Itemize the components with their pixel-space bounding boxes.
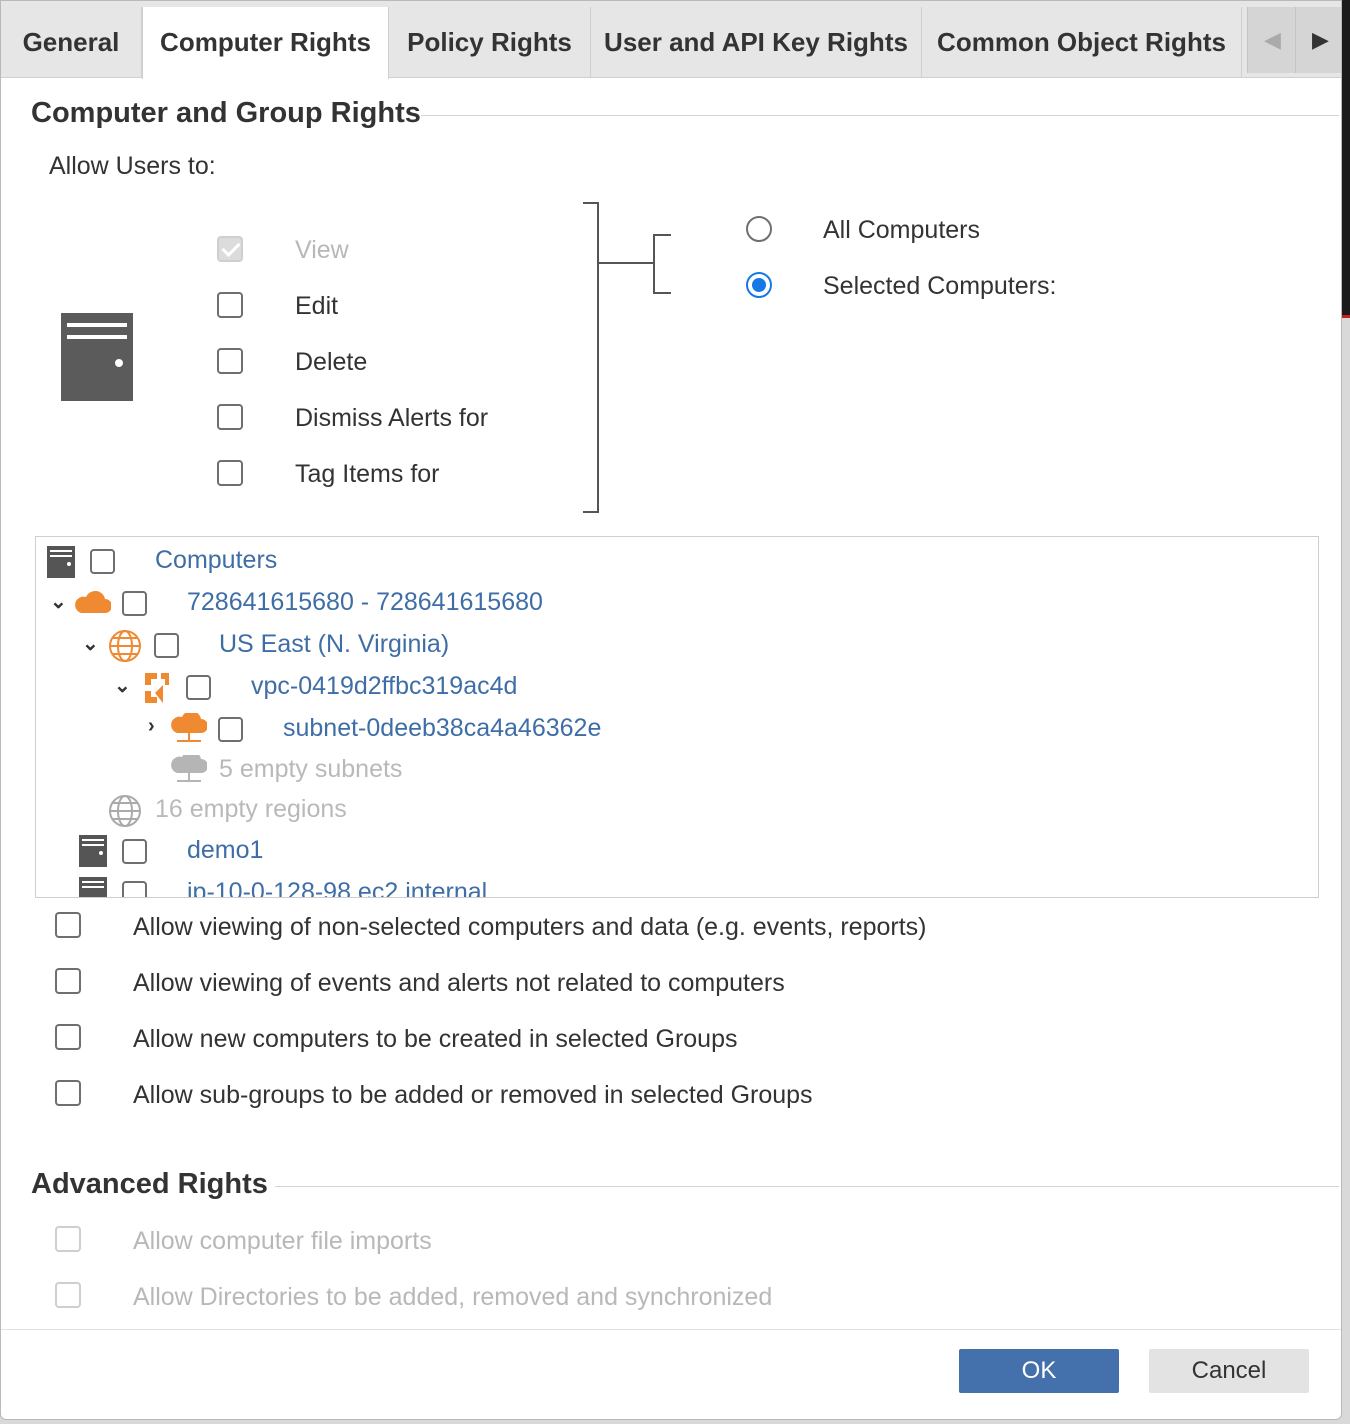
section-title-advanced-rights: Advanced Rights — [31, 1168, 268, 1200]
allow-file-imports-label: Allow computer file imports — [133, 1227, 432, 1255]
tab-common-object-rights[interactable]: Common Object Rights — [922, 7, 1242, 78]
allow-subgroups-checkbox[interactable] — [55, 1080, 81, 1106]
computers-group-icon — [47, 546, 75, 578]
subnet-cloud-icon — [171, 713, 207, 742]
all-computers-radio[interactable] — [746, 216, 772, 242]
delete-label: Delete — [295, 348, 368, 376]
view-checkbox[interactable] — [217, 236, 243, 262]
tab-user-api-key-rights[interactable]: User and API Key Rights — [591, 7, 922, 78]
allow-users-label: Allow Users to: — [49, 152, 216, 180]
tree-item-demo1[interactable]: demo1 — [187, 836, 263, 865]
allow-new-computers-checkbox[interactable] — [55, 1024, 81, 1050]
allow-file-imports-checkbox[interactable] — [55, 1226, 81, 1252]
tree-checkbox-region[interactable] — [154, 633, 179, 658]
chevron-down-icon[interactable]: ⌄ — [114, 673, 131, 698]
tag-items-checkbox[interactable] — [217, 460, 243, 486]
allow-view-non-selected-label: Allow viewing of non-selected computers … — [133, 913, 927, 941]
tree-checkbox-host[interactable] — [122, 881, 147, 897]
all-computers-label: All Computers — [823, 216, 980, 244]
tree-item-empty-regions: 16 empty regions — [155, 795, 347, 823]
aws-cloud-icon — [75, 590, 111, 613]
computer-tree[interactable]: Computers ⌄ 728641615680 - 728641615680 … — [35, 536, 1319, 898]
section-title-computer-group-rights: Computer and Group Rights — [31, 97, 421, 129]
tab-policy-rights[interactable]: Policy Rights — [389, 7, 591, 78]
tree-item-subnet[interactable]: subnet-0deeb38ca4a46362e — [283, 714, 601, 743]
tree-checkbox-subnet[interactable] — [218, 717, 243, 742]
allow-new-computers-label: Allow new computers to be created in sel… — [133, 1025, 738, 1053]
computer-icon — [79, 835, 107, 867]
tag-items-label: Tag Items for — [295, 460, 440, 488]
allow-directories-checkbox[interactable] — [55, 1282, 81, 1308]
tab-bar: General Computer Rights Policy Rights Us… — [1, 1, 1341, 79]
footer-divider — [1, 1329, 1341, 1330]
edit-checkbox[interactable] — [217, 292, 243, 318]
tree-item-host[interactable]: ip-10-0-128-98.ec2.internal — [187, 878, 487, 897]
tree-checkbox-vpc[interactable] — [186, 675, 211, 700]
tree-checkbox-account[interactable] — [122, 591, 147, 616]
tree-item-empty-subnets: 5 empty subnets — [219, 755, 403, 783]
tab-scroll-right-icon[interactable]: ▶ — [1295, 7, 1341, 73]
view-label: View — [295, 236, 349, 264]
tree-item-region[interactable]: US East (N. Virginia) — [219, 630, 449, 659]
bracket-connector — [583, 202, 671, 513]
allow-directories-label: Allow Directories to be added, removed a… — [133, 1283, 773, 1311]
tab-scroll-left-icon[interactable]: ◀ — [1247, 7, 1297, 73]
tree-checkbox-demo1[interactable] — [122, 839, 147, 864]
edit-label: Edit — [295, 292, 339, 320]
cancel-button[interactable]: Cancel — [1149, 1349, 1309, 1393]
tab-computer-rights[interactable]: Computer Rights — [142, 7, 389, 79]
dismiss-alerts-label: Dismiss Alerts for — [295, 404, 489, 432]
allow-view-non-selected-checkbox[interactable] — [55, 912, 81, 938]
region-globe-icon — [109, 630, 141, 662]
chevron-right-icon[interactable]: › — [148, 715, 155, 738]
delete-checkbox[interactable] — [217, 348, 243, 374]
chevron-down-icon[interactable]: ⌄ — [50, 589, 67, 614]
chevron-down-icon[interactable]: ⌄ — [82, 631, 99, 656]
allow-subgroups-label: Allow sub-groups to be added or removed … — [133, 1081, 813, 1109]
allow-view-events-checkbox[interactable] — [55, 968, 81, 994]
tree-checkbox-computers[interactable] — [90, 549, 115, 574]
ok-button[interactable]: OK — [959, 1349, 1119, 1393]
background-window — [1342, 0, 1350, 315]
selected-computers-label: Selected Computers: — [823, 272, 1057, 300]
tree-item-vpc[interactable]: vpc-0419d2ffbc319ac4d — [251, 672, 517, 701]
vpc-icon — [145, 673, 169, 703]
dismiss-alerts-checkbox[interactable] — [217, 404, 243, 430]
background-accent — [1342, 315, 1350, 318]
empty-subnet-cloud-icon — [171, 755, 207, 782]
allow-view-events-label: Allow viewing of events and alerts not r… — [133, 969, 785, 997]
tree-item-account[interactable]: 728641615680 - 728641615680 — [187, 588, 543, 617]
server-icon — [61, 313, 133, 401]
section-divider — [421, 115, 1339, 116]
selected-computers-radio[interactable] — [746, 272, 772, 298]
tab-general[interactable]: General — [1, 7, 142, 78]
tree-item-computers[interactable]: Computers — [155, 546, 277, 575]
empty-region-globe-icon — [109, 795, 141, 827]
properties-dialog: General Computer Rights Policy Rights Us… — [0, 0, 1342, 1420]
section-divider — [275, 1186, 1339, 1187]
computer-icon — [79, 877, 107, 897]
